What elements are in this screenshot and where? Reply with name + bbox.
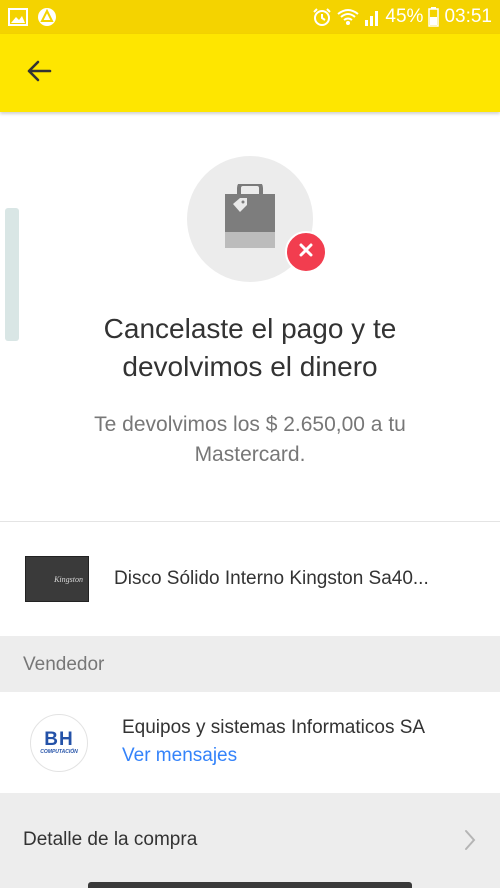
cancel-badge (285, 231, 327, 273)
clock: 03:51 (444, 6, 492, 27)
home-indicator (88, 882, 412, 888)
avatar-text: BH (44, 728, 74, 750)
close-icon (298, 242, 314, 263)
seller-avatar: BH COMPUTACIÓN (30, 714, 88, 772)
arrow-left-icon (26, 58, 52, 89)
battery-icon (428, 7, 440, 27)
product-item[interactable]: Kingston Disco Sólido Interno Kingston S… (0, 522, 500, 636)
image-icon (8, 8, 28, 26)
product-name: Disco Sólido Interno Kingston Sa40... (114, 568, 429, 589)
view-messages-link[interactable]: Ver mensajes (122, 745, 237, 767)
purchase-detail-row[interactable]: Detalle de la compra (0, 793, 500, 888)
product-thumbnail: Kingston (25, 556, 89, 602)
warning-icon (37, 7, 57, 27)
shopping-bag-icon (223, 182, 277, 255)
battery-percent: 45% (385, 6, 424, 27)
thumbnail-brand: Kingston (54, 574, 83, 584)
wifi-icon (337, 8, 360, 26)
seller-name: Equipos y sistemas Informaticos SA (122, 717, 426, 738)
avatar-subtext: COMPUTACIÓN (40, 748, 78, 755)
status-bar: 45% 03:51 (0, 0, 500, 34)
side-scroll-indicator (5, 208, 19, 341)
seller-section-header: Vendedor (0, 636, 500, 692)
seller-row: BH COMPUTACIÓN Equipos y sistemas Inform… (0, 692, 500, 793)
back-button[interactable] (22, 56, 56, 90)
page-title: Cancelaste el pago y te devolvimos el di… (103, 313, 397, 382)
chevron-right-icon (464, 829, 476, 856)
purchase-detail-label: Detalle de la compra (23, 829, 198, 850)
app-bar (0, 34, 500, 112)
seller-section-title: Vendedor (23, 654, 105, 675)
signal-icon (364, 8, 380, 26)
alarm-icon (312, 7, 332, 27)
refund-message: Te devolvimos los $ 2.650,00 a tu Master… (94, 413, 406, 466)
